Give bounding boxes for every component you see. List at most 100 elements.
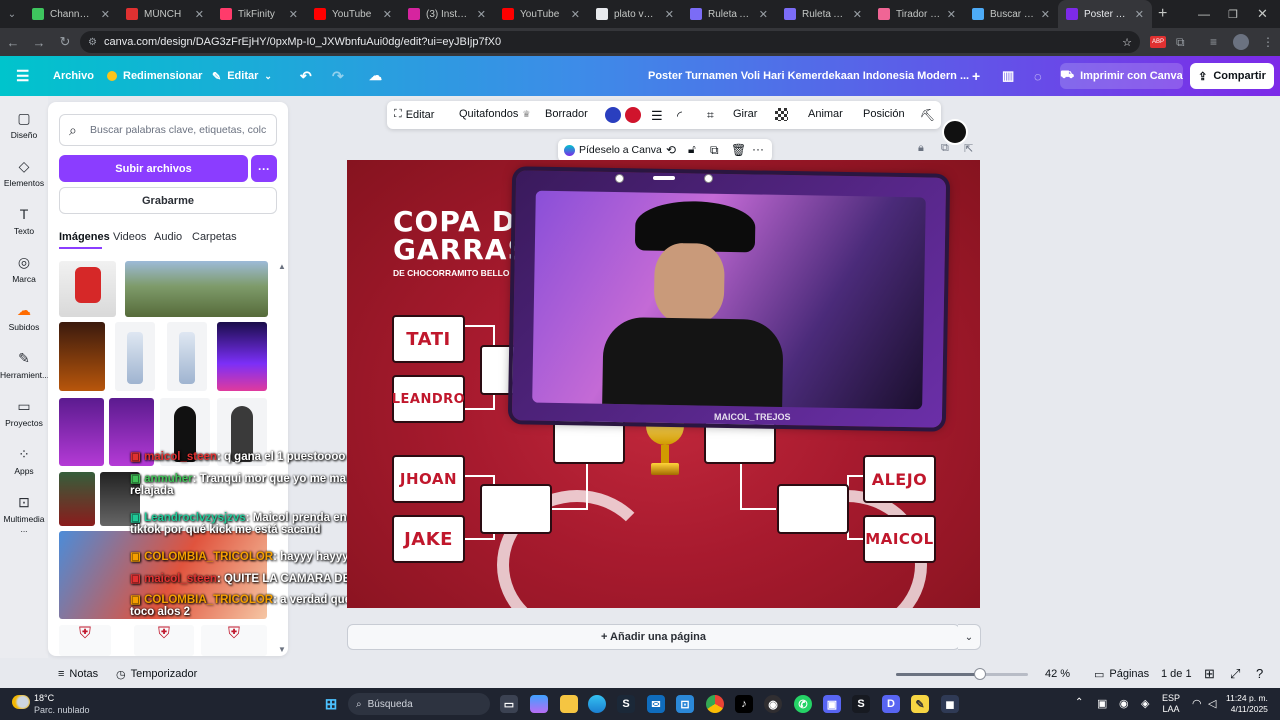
tab-close-icon[interactable]: ✕ [289, 8, 298, 21]
delete-icon[interactable]: 🗑︎ [731, 143, 746, 157]
adblock-icon[interactable]: ABP [1150, 36, 1166, 48]
extensions-icon[interactable]: ⧉ [1176, 35, 1185, 50]
corner-rounding-icon[interactable]: ◜ [677, 108, 682, 124]
upload-thumb[interactable] [115, 322, 155, 391]
page-duplicate-icon[interactable]: ⧉ [941, 142, 949, 155]
minimize-button[interactable]: — [1198, 7, 1210, 21]
round2-slot[interactable] [777, 484, 849, 534]
browser-tab[interactable]: Tirador de d ✕ [870, 0, 964, 28]
url-field[interactable]: ⚙ canva.com/design/DAG3zFrEjHY/0pxMp-I0_… [80, 31, 1140, 53]
selection-handle[interactable] [653, 176, 675, 180]
more-options-icon[interactable]: ··· [752, 142, 764, 156]
reload-icon[interactable]: ↻ [52, 34, 78, 50]
player-slot-4[interactable]: JAKE [392, 515, 465, 563]
search-input[interactable]: ⌕ Buscar palabras clave, etiquetas, colc [59, 114, 277, 146]
page-add-icon[interactable]: ⇱ [964, 142, 973, 155]
grid-view-icon[interactable]: ⊞ [1204, 666, 1215, 682]
zoom-value[interactable]: 42 % [1045, 668, 1070, 680]
tab-close-icon[interactable]: ✕ [1041, 8, 1050, 21]
weather-icon[interactable] [12, 695, 30, 709]
browser-tab[interactable]: MÜNCH ✕ [118, 0, 212, 28]
discord-icon[interactable]: D [882, 695, 900, 713]
bg-remover-button[interactable]: Quitafondos ♛ [459, 108, 530, 120]
bookmark-star-icon[interactable]: ☆ [1122, 36, 1132, 49]
upload-thumb[interactable] [59, 472, 95, 526]
webcam-frame[interactable] [511, 170, 947, 428]
upload-thumb[interactable] [125, 261, 268, 317]
new-tab-button[interactable]: + [1158, 5, 1167, 23]
pages-button[interactable]: ▭ Páginas [1094, 668, 1149, 681]
upload-files-button[interactable]: Subir archivos [59, 155, 248, 182]
print-button[interactable]: ⛟ Imprimir con Canva [1060, 63, 1183, 89]
media-icon[interactable]: ≡ [1210, 35, 1217, 49]
clock[interactable]: 11:24 p. m. 4/11/2025 [1226, 693, 1268, 715]
forward-icon[interactable]: → [26, 35, 52, 50]
edit-image-button[interactable]: ⛶ Editar [394, 108, 434, 121]
rail-item-design[interactable]: ▢ Diseño [0, 110, 48, 140]
tab-close-icon[interactable]: ✕ [1135, 8, 1144, 21]
maximize-button[interactable]: ❐ [1228, 8, 1238, 21]
tab-close-icon[interactable]: ✕ [383, 8, 392, 21]
browser-tab[interactable]: Ruleta Aleat ✕ [682, 0, 776, 28]
browser-tab[interactable]: plato vacio ✕ [588, 0, 682, 28]
help-icon[interactable]: ? [1256, 666, 1263, 681]
browser-tab[interactable]: Channel Pe ✕ [24, 0, 118, 28]
tab-folders[interactable]: Carpetas [192, 231, 237, 243]
tray-app-icon[interactable]: ▣ [1097, 697, 1107, 710]
player-slot-5[interactable]: ALEJO [863, 455, 936, 503]
scroll-down-icon[interactable]: ▼ [278, 645, 286, 654]
border-style-icon[interactable]: ☰ [651, 108, 663, 124]
zoom-slider-knob[interactable] [974, 668, 986, 680]
record-yourself-button[interactable]: Grabarme [59, 187, 277, 214]
border-color-swatch[interactable] [605, 107, 621, 123]
page-lock-icon[interactable]: 🔒︎ [918, 142, 924, 155]
browser-tab[interactable]: TikFinity ✕ [212, 0, 306, 28]
copilot-icon[interactable] [530, 695, 548, 713]
canva-app-icon[interactable]: ◼ [941, 695, 959, 713]
steam-client-icon[interactable]: S [852, 695, 870, 713]
fill-color-swatch[interactable] [625, 107, 641, 123]
player-slot-6[interactable]: MAICOL [863, 515, 936, 563]
browser-tab[interactable]: YouTube ✕ [494, 0, 588, 28]
comments-icon[interactable]: ◌ [1034, 64, 1042, 88]
close-window-button[interactable]: ✕ [1257, 6, 1268, 22]
tab-close-icon[interactable]: ✕ [853, 8, 862, 21]
notes-button[interactable]: ≡ Notas [58, 668, 98, 680]
browser-tab[interactable]: Poster Turna ✕ [1058, 0, 1152, 28]
site-info-icon[interactable]: ⚙ [88, 37, 97, 48]
scroll-up-icon[interactable]: ▲ [278, 262, 286, 271]
undo-icon[interactable]: ↶ [300, 64, 312, 88]
notes-app-icon[interactable]: ✎ [911, 695, 929, 713]
rail-item-brand[interactable]: ◎ Marca [0, 254, 48, 284]
tray-app-icon[interactable]: ◈ [1141, 697, 1149, 710]
canva-ai-button[interactable]: Pídeselo a Canva [564, 144, 662, 156]
browser-tab[interactable]: YouTube ✕ [306, 0, 400, 28]
design-canvas[interactable]: COPA DE GARRAS DE CHOCORRAMITO BELLO TAT… [347, 160, 980, 608]
upload-more-button[interactable]: ··· [251, 155, 277, 182]
taskview-icon[interactable]: ▭ [500, 695, 518, 713]
add-page-button[interactable]: + Añadir una página [347, 624, 960, 650]
tab-close-icon[interactable]: ✕ [101, 8, 110, 21]
start-icon[interactable]: ⊞ [322, 695, 340, 713]
upload-thumb[interactable] [217, 322, 267, 391]
obs-icon[interactable]: ◉ [764, 695, 782, 713]
store-icon[interactable]: ⊡ [676, 695, 694, 713]
tab-images[interactable]: Imágenes [59, 231, 110, 243]
design-title[interactable]: Poster Turnamen Voli Hari Kemerdekaan In… [648, 64, 969, 88]
tab-close-icon[interactable]: ✕ [947, 8, 956, 21]
browser-tab[interactable]: Ruleta Aleat ✕ [776, 0, 870, 28]
eraser-button[interactable]: Borrador [545, 108, 588, 120]
comment-add-icon[interactable]: ⟲ [666, 143, 676, 157]
file-menu[interactable]: Archivo [53, 64, 94, 88]
app-icon[interactable]: ▣ [823, 695, 841, 713]
chrome-icon[interactable] [706, 695, 724, 713]
main-menu-icon[interactable]: ☰ [16, 64, 29, 88]
selection-handle[interactable] [615, 174, 624, 183]
tab-close-icon[interactable]: ✕ [759, 8, 768, 21]
add-collaborator-icon[interactable]: + [972, 64, 980, 88]
mail-icon[interactable]: ✉ [647, 695, 665, 713]
tab-videos[interactable]: Videos [113, 231, 146, 243]
edge-icon[interactable] [588, 695, 606, 713]
volume-icon[interactable]: ◁ [1208, 697, 1216, 710]
browser-tab[interactable]: (3) Instagram ✕ [400, 0, 494, 28]
